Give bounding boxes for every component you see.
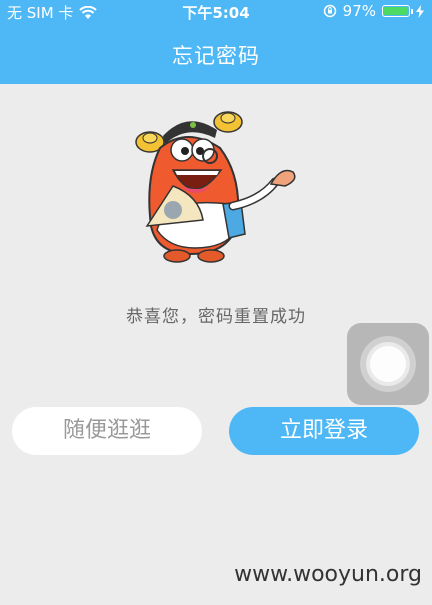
- battery-level: [384, 7, 408, 15]
- rotation-lock-icon: [323, 4, 336, 18]
- battery-percent: 97%: [342, 2, 376, 20]
- browse-button[interactable]: 随便逛逛: [12, 407, 202, 455]
- charging-icon: [416, 4, 424, 18]
- status-bar: 无 SIM 卡 下午5:04 97%: [0, 0, 432, 24]
- header-bar: 无 SIM 卡 下午5:04 97% 忘记密码: [0, 0, 432, 84]
- login-button[interactable]: 立即登录: [229, 407, 419, 455]
- page-title: 忘记密码: [172, 44, 260, 68]
- battery-icon: [382, 5, 413, 17]
- assistive-touch-center: [370, 346, 406, 382]
- assistive-touch-button[interactable]: [347, 323, 429, 405]
- watermark-text: www.wooyun.org: [234, 562, 422, 587]
- mascot-illustration: [135, 111, 296, 263]
